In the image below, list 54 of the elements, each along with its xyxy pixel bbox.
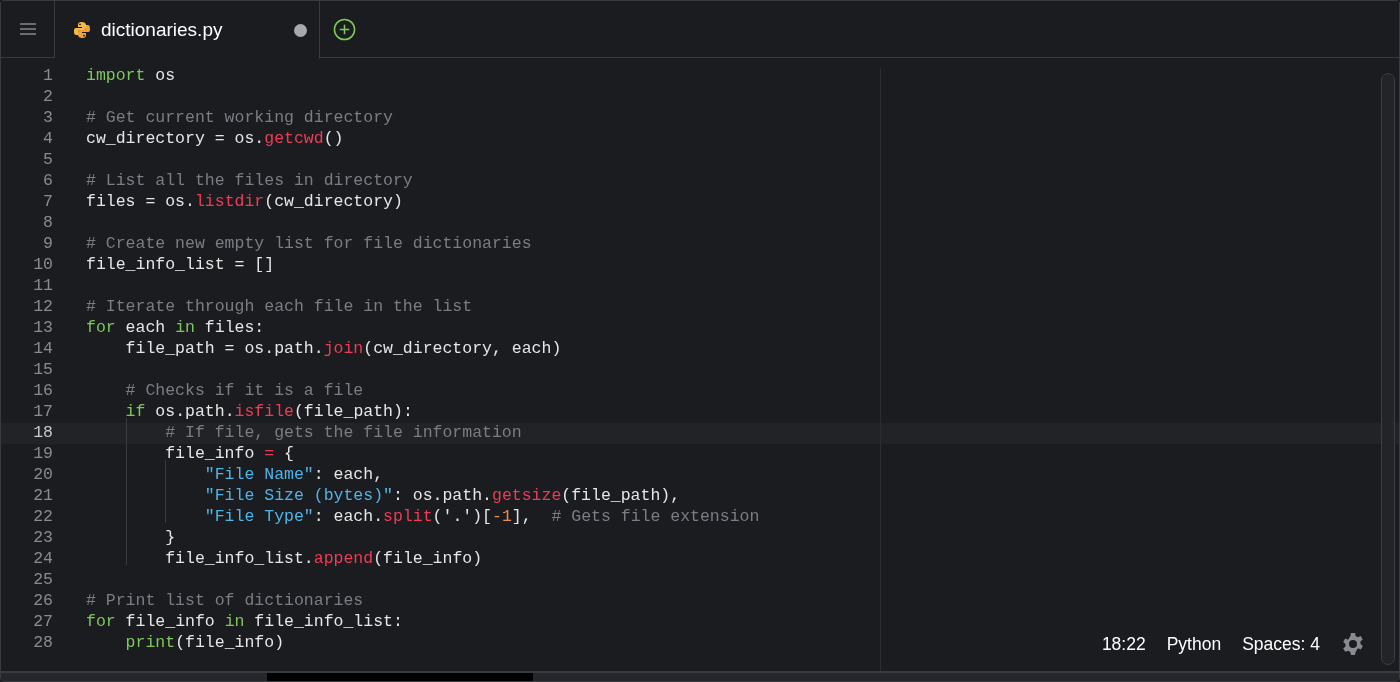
code-line: import os [86, 65, 176, 88]
code-line: # Checks if it is a file [124, 380, 364, 403]
line-number: 23 [32, 527, 53, 550]
line-number: 28 [32, 632, 53, 655]
code-line: for each in files: [86, 317, 265, 340]
new-tab-button[interactable] [332, 17, 356, 41]
line-number: 16 [32, 380, 53, 403]
line-number: 11 [32, 275, 53, 298]
line-number: 2 [42, 86, 53, 109]
line-number: 3 [42, 107, 53, 130]
indentation-setting[interactable]: Spaces: 4 [1242, 630, 1320, 657]
line-number: 8 [42, 212, 53, 235]
scrollbar[interactable] [1381, 73, 1395, 665]
file-tab[interactable]: dictionaries.py [55, 1, 320, 59]
code-line: files = os.listdir(cw_directory) [86, 191, 403, 214]
line-number: 24 [32, 548, 53, 571]
code-line: # Get current working directory [86, 107, 393, 130]
line-number: 26 [32, 590, 53, 613]
line-number: 12 [32, 296, 53, 319]
line-number: 27 [32, 611, 53, 634]
line-number: 9 [42, 233, 53, 256]
line-number: 14 [32, 338, 53, 361]
settings-icon[interactable] [1341, 631, 1365, 656]
language-selector[interactable]: Python [1166, 630, 1222, 657]
line-number: 17 [32, 401, 53, 424]
code-line: file_info_list = [] [86, 254, 275, 277]
line-number: 7 [42, 191, 53, 214]
line-number: 25 [32, 569, 53, 592]
code-line: # Print list of dictionaries [86, 590, 364, 613]
line-number: 20 [32, 464, 53, 487]
line-number: 18 [32, 422, 53, 445]
line-number: 22 [32, 506, 53, 529]
code-line: # List all the files in directory [86, 170, 413, 193]
menu-icon [19, 23, 36, 35]
line-number: 13 [32, 317, 53, 340]
plus-circle-icon [332, 17, 356, 41]
line-number: 19 [32, 443, 53, 466]
snake-logo-icon [73, 21, 91, 39]
cursor-position: 18:22 [1101, 632, 1146, 656]
code-line: file_path = os.path.join(cw_directory, each) [124, 338, 562, 361]
code-line: cw_directory = os.getcwd() [86, 128, 344, 151]
code-line: if os.path.isfile(file_path): [124, 401, 413, 424]
line-number: 5 [42, 149, 53, 172]
code-line: # Iterate through each file in the list [86, 296, 473, 319]
code-line: print(file_info) [124, 632, 285, 655]
line-number: 10 [32, 254, 53, 277]
code-line: for file_info in file_info_list: [86, 611, 403, 634]
line-number: 1 [42, 65, 53, 88]
tab-label: dictionaries.py [101, 17, 224, 42]
code-line: # Create new empty list for file dictionaries [86, 233, 532, 256]
line-number: 21 [32, 485, 53, 508]
line-number: 4 [42, 128, 53, 151]
line-number: 6 [42, 170, 53, 193]
line-number: 15 [32, 359, 53, 382]
